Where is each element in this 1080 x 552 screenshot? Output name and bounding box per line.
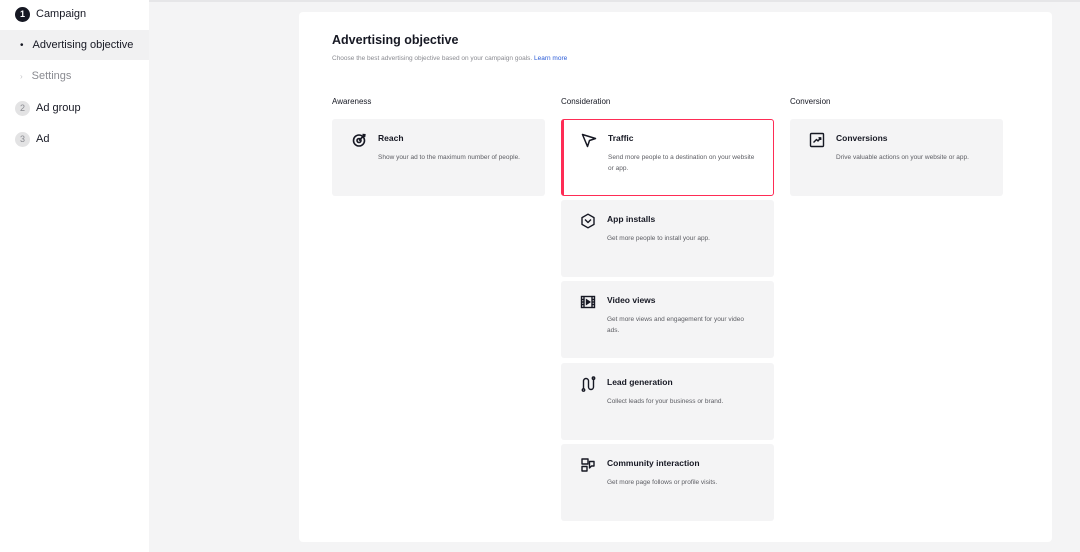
- page-subtitle: Choose the best advertising objective ba…: [332, 55, 567, 62]
- step-label-ad-group: Ad group: [36, 102, 81, 114]
- objective-card-reach[interactable]: Reach Show your ad to the maximum number…: [332, 119, 545, 196]
- column-heading-awareness: Awareness: [332, 97, 372, 106]
- card-title: Lead generation: [607, 377, 673, 387]
- chevron-right-icon: ›: [20, 71, 23, 81]
- step-label-ad: Ad: [36, 133, 50, 145]
- step-number-1: 1: [15, 6, 30, 22]
- step-number-2: 2: [15, 100, 30, 116]
- card-title: Conversions: [836, 133, 888, 143]
- card-description: Show your ad to the maximum number of pe…: [378, 154, 520, 161]
- step-number-3: 3: [15, 131, 30, 147]
- objective-card-video-views[interactable]: Video views Get more views and engagemen…: [561, 281, 774, 358]
- card-description: Get more views and engagement for your v…: [607, 316, 744, 334]
- app-installs-icon: [580, 213, 596, 229]
- sidebar-item-label: Advertising objective: [32, 39, 134, 51]
- card-title: App installs: [607, 214, 656, 224]
- video-views-icon: [580, 294, 596, 310]
- community-interaction-icon: [580, 457, 596, 473]
- learn-more-link[interactable]: Learn more: [534, 55, 567, 62]
- objective-panel: Advertising objective Choose the best ad…: [299, 12, 1052, 542]
- card-title: Video views: [607, 295, 656, 305]
- sidebar-item-label: Settings: [31, 70, 72, 82]
- reach-icon: [351, 132, 367, 148]
- card-description: Get more page follows or profile visits.: [607, 479, 718, 486]
- top-divider: [149, 0, 1080, 2]
- card-description: Drive valuable actions on your website o…: [836, 154, 969, 161]
- traffic-icon: [581, 132, 597, 148]
- step-label-campaign: Campaign: [36, 8, 87, 20]
- card-title: Traffic: [608, 133, 634, 143]
- conversions-icon: [809, 132, 825, 148]
- step-ad-group[interactable]: 2 Ad group: [0, 93, 149, 123]
- step-campaign[interactable]: 1 Campaign: [0, 0, 149, 28]
- sidebar-item-advertising-objective[interactable]: • Advertising objective: [0, 30, 149, 60]
- objective-card-app-installs[interactable]: App installs Get more people to install …: [561, 200, 774, 277]
- sidebar: 1 Campaign • Advertising objective › Set…: [0, 0, 149, 552]
- subtitle-text: Choose the best advertising objective ba…: [332, 55, 533, 62]
- column-heading-consideration: Consideration: [561, 97, 611, 106]
- page-title: Advertising objective: [332, 33, 459, 47]
- step-ad[interactable]: 3 Ad: [0, 124, 149, 154]
- bullet-icon: •: [20, 39, 24, 51]
- objective-card-community-interaction[interactable]: Community interaction Get more page foll…: [561, 444, 774, 521]
- objective-card-lead-generation[interactable]: Lead generation Collect leads for your b…: [561, 363, 774, 440]
- card-description: Collect leads for your business or brand…: [607, 398, 724, 405]
- objective-card-traffic[interactable]: Traffic Send more people to a destinatio…: [561, 119, 774, 196]
- objective-card-conversions[interactable]: Conversions Drive valuable actions on yo…: [790, 119, 1003, 196]
- card-title: Community interaction: [607, 458, 700, 468]
- card-description: Get more people to install your app.: [607, 235, 710, 242]
- lead-generation-icon: [580, 376, 596, 392]
- card-title: Reach: [378, 133, 404, 143]
- column-heading-conversion: Conversion: [790, 97, 831, 106]
- sidebar-item-settings[interactable]: › Settings: [0, 61, 149, 91]
- card-description: Send more people to a destination on you…: [608, 154, 755, 172]
